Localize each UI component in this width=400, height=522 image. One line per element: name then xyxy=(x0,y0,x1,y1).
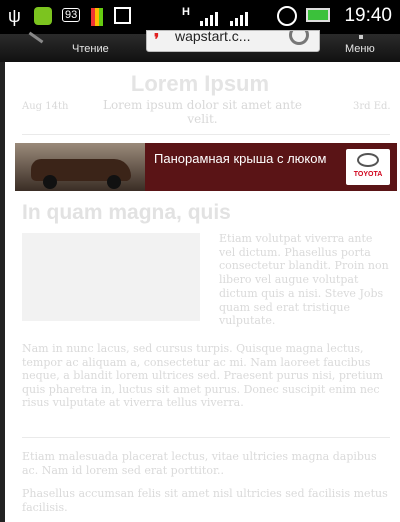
toyota-brand-label: TOYOTA xyxy=(353,171,383,178)
paragraph: Etiam malesuada placerat lectus, vitae u… xyxy=(22,450,377,477)
refresh-icon[interactable] xyxy=(289,31,309,45)
menu-button[interactable]: Меню xyxy=(345,43,375,55)
alarm-icon xyxy=(277,6,297,26)
paragraph: Nam in nunc lacus, sed cursus turpis. Qu… xyxy=(22,342,384,409)
status-clock: 19:40 xyxy=(344,5,392,26)
site-favicon-icon: ❜ xyxy=(154,32,160,49)
download-icon xyxy=(114,7,131,24)
image-placeholder xyxy=(22,233,200,321)
divider xyxy=(22,437,390,438)
signal-icon xyxy=(200,12,248,26)
url-text: wapstart.c... xyxy=(175,30,251,44)
article-edition: 3rd Ed. xyxy=(353,101,391,112)
paragraph: Phasellus accumsan felis sit amet nisl u… xyxy=(22,487,388,514)
section-heading: In quam magna, quis xyxy=(22,201,231,224)
article-date: Aug 14th xyxy=(22,101,69,112)
ad-text: Панорамная крыша с люком xyxy=(154,151,327,166)
divider xyxy=(22,134,390,135)
car-image xyxy=(15,143,145,191)
reading-mode-button[interactable]: Чтение xyxy=(72,43,109,55)
notification-badge: 93 xyxy=(62,8,81,22)
toyota-logo: TOYOTA xyxy=(346,149,390,185)
reading-icon[interactable] xyxy=(28,31,44,44)
ad-banner[interactable]: Панорамная крыша с люком TOYOTA xyxy=(15,143,397,191)
toyota-emblem-icon xyxy=(357,153,379,167)
float-paragraph: Etiam volutpat viverra ante vel dictum. … xyxy=(219,232,389,328)
bars-icon xyxy=(91,8,103,26)
article-subtitle: Lorem ipsum dolor sit amet ante velit. xyxy=(102,98,303,126)
usb-icon: ψ xyxy=(8,6,21,26)
battery-icon xyxy=(306,8,330,22)
data-transfer-icon: H xyxy=(182,6,190,18)
status-bar: ψ 93 H 19:40 xyxy=(0,0,400,34)
article-title: Lorem Ipsum xyxy=(130,71,270,96)
menu-icon[interactable] xyxy=(359,35,363,39)
app-notification-icon xyxy=(34,7,52,25)
url-bar[interactable]: ❜ wapstart.c... xyxy=(146,30,320,52)
